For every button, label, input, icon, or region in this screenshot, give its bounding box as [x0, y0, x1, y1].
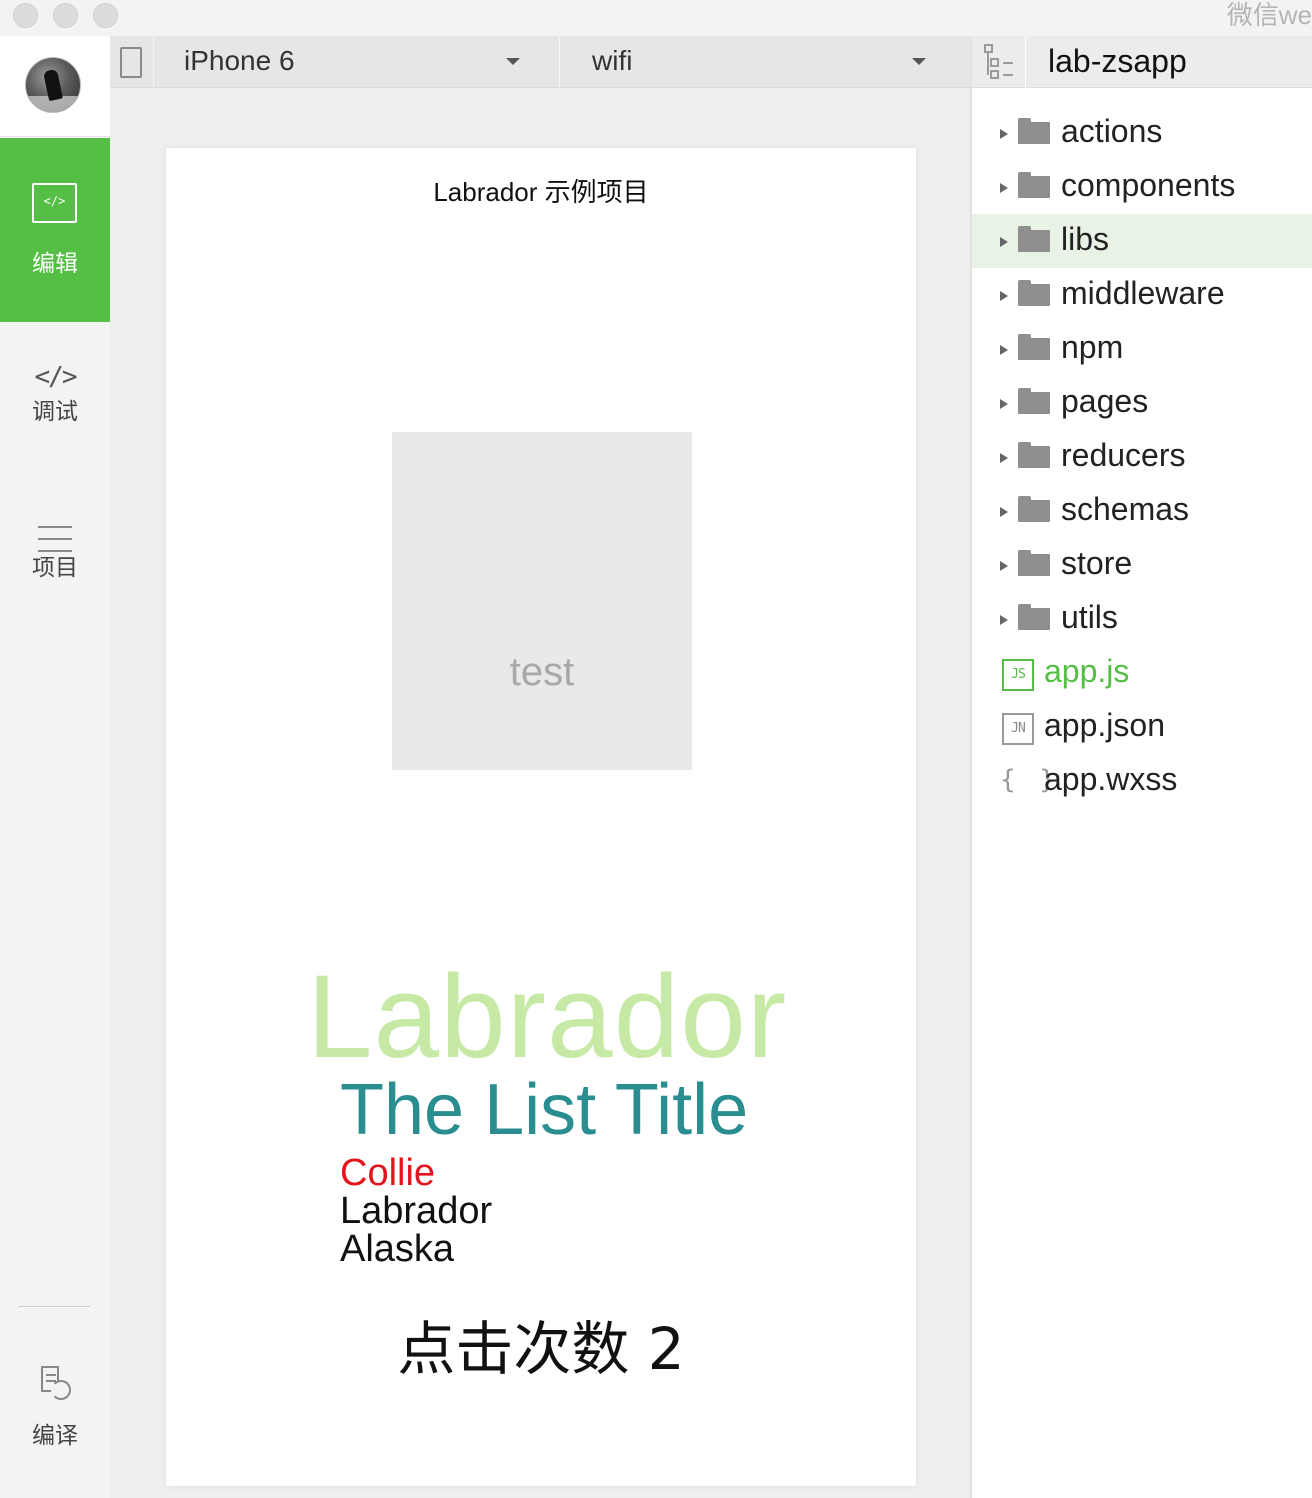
code-editor-glyph: </> — [43, 194, 66, 208]
file-tree-list: actions components libs middleware npm p… — [972, 106, 1312, 808]
folder-icon — [1018, 604, 1050, 630]
file-name: app.wxss — [1044, 761, 1178, 797]
chevron-down-icon — [506, 58, 520, 65]
folder-store[interactable]: store — [972, 538, 1312, 592]
code-editor-icon: </> — [32, 183, 77, 223]
folder-name: components — [1061, 167, 1236, 203]
click-count-button[interactable]: 点击次数 2 — [166, 1302, 916, 1386]
device-rotate-button[interactable] — [110, 36, 154, 88]
network-select[interactable]: wifi — [560, 36, 970, 88]
file-app-js[interactable]: JS app.js — [972, 646, 1312, 700]
folder-actions[interactable]: actions — [972, 106, 1312, 160]
test-image-placeholder[interactable]: test — [392, 432, 692, 770]
expand-arrow-icon[interactable] — [1000, 561, 1008, 571]
compile-icon — [37, 1366, 73, 1406]
list-item[interactable]: Alaska — [340, 1230, 492, 1268]
dog-list: Collie Labrador Alaska — [340, 1154, 492, 1268]
folder-schemas[interactable]: schemas — [972, 484, 1312, 538]
folder-middleware[interactable]: middleware — [972, 268, 1312, 322]
folder-icon — [1018, 280, 1050, 306]
expand-arrow-icon[interactable] — [1000, 615, 1008, 625]
test-box-label: test — [509, 650, 575, 694]
left-sidebar: </> 编辑 </> 调试 项目 编译 — [0, 36, 110, 1498]
folder-icon — [1018, 172, 1050, 198]
phone-icon — [120, 47, 142, 78]
expand-arrow-icon[interactable] — [1000, 345, 1008, 355]
file-name: app.json — [1044, 707, 1165, 743]
sidebar-item-compile[interactable]: 编译 — [0, 1366, 110, 1456]
network-select-value: wifi — [592, 45, 633, 76]
file-tree-toggle-icon[interactable] — [972, 36, 1026, 88]
folder-icon — [1018, 442, 1050, 468]
folder-icon — [1018, 496, 1050, 522]
sidebar-item-debug[interactable]: </> 调试 — [0, 362, 110, 452]
chevron-down-icon — [912, 58, 926, 65]
expand-arrow-icon[interactable] — [1000, 453, 1008, 463]
list-item[interactable]: Labrador — [340, 1192, 492, 1230]
sidebar-item-label: 调试 — [32, 399, 78, 425]
folder-icon — [1018, 550, 1050, 576]
minimize-window-button[interactable] — [53, 3, 78, 28]
folder-name: utils — [1061, 599, 1118, 635]
title-bar: 微信we — [0, 0, 1312, 36]
js-file-icon: JS — [1002, 659, 1034, 691]
sidebar-item-label: 项目 — [32, 555, 78, 581]
folder-name: npm — [1061, 329, 1124, 365]
expand-arrow-icon[interactable] — [1000, 399, 1008, 409]
page-title: Labrador 示例项目 — [433, 177, 649, 207]
json-file-icon: JN — [1002, 713, 1034, 745]
simulator-area: Labrador 示例项目 test Labrador The List Tit… — [110, 88, 970, 1498]
zoom-window-button[interactable] — [93, 3, 118, 28]
file-name: app.js — [1044, 653, 1130, 689]
folder-name: middleware — [1061, 275, 1225, 311]
folder-icon — [1018, 334, 1050, 360]
folder-name: reducers — [1061, 437, 1186, 473]
avatar-area — [0, 36, 110, 137]
device-select-value: iPhone 6 — [184, 45, 295, 76]
file-tree-panel: lab-zsapp actions components libs middle… — [970, 36, 1312, 1498]
folder-icon — [1018, 118, 1050, 144]
list-item[interactable]: Collie — [340, 1154, 492, 1192]
close-window-button[interactable] — [13, 3, 38, 28]
sidebar-item-label: 编译 — [32, 1423, 78, 1449]
simulator-toolbar: iPhone 6 wifi — [110, 36, 970, 88]
file-app-json[interactable]: JN app.json — [972, 700, 1312, 754]
expand-arrow-icon[interactable] — [1000, 291, 1008, 301]
brand-heading: Labrador — [306, 951, 788, 1083]
sidebar-item-project[interactable]: 项目 — [0, 526, 110, 616]
expand-arrow-icon[interactable] — [1000, 183, 1008, 193]
folder-name: actions — [1061, 113, 1163, 149]
sidebar-divider — [18, 1306, 90, 1307]
folder-name: schemas — [1061, 491, 1190, 527]
folder-reducers[interactable]: reducers — [972, 430, 1312, 484]
folder-libs[interactable]: libs — [972, 214, 1312, 268]
folder-name: libs — [1061, 221, 1110, 257]
expand-arrow-icon[interactable] — [1000, 507, 1008, 517]
code-brackets-icon: </> — [34, 362, 78, 392]
folder-icon — [1018, 388, 1050, 414]
sidebar-item-edit[interactable]: </> 编辑 — [0, 138, 110, 322]
folder-name: pages — [1061, 383, 1149, 419]
phone-screen[interactable]: Labrador 示例项目 test Labrador The List Tit… — [166, 148, 916, 1486]
folder-utils[interactable]: utils — [972, 592, 1312, 646]
file-tree-header: lab-zsapp — [972, 36, 1312, 88]
folder-components[interactable]: components — [972, 160, 1312, 214]
folder-name: store — [1061, 545, 1133, 581]
folder-icon — [1018, 226, 1050, 252]
list-title: The List Title — [340, 1070, 749, 1150]
folder-npm[interactable]: npm — [972, 322, 1312, 376]
sidebar-item-label: 编辑 — [32, 251, 78, 277]
folder-pages[interactable]: pages — [972, 376, 1312, 430]
project-name: lab-zsapp — [1048, 43, 1187, 79]
expand-arrow-icon[interactable] — [1000, 237, 1008, 247]
file-app-wxss[interactable]: { } app.wxss — [972, 754, 1312, 808]
expand-arrow-icon[interactable] — [1000, 129, 1008, 139]
avatar[interactable] — [25, 57, 81, 113]
window-title: 微信we — [1226, 0, 1312, 30]
device-select[interactable]: iPhone 6 — [154, 36, 560, 88]
